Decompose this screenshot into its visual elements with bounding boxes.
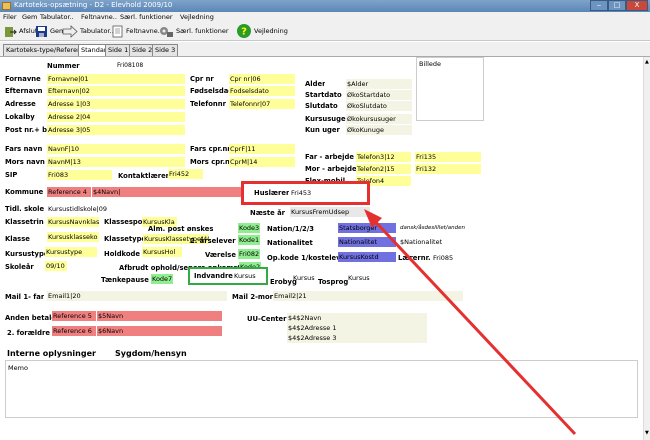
scroll-up-icon[interactable]: ▲	[645, 59, 649, 65]
annotation-arrow	[364, 209, 577, 436]
vertical-scrollbar[interactable]: ▲ ▼	[643, 57, 650, 440]
scroll-down-icon[interactable]: ▼	[645, 430, 649, 436]
